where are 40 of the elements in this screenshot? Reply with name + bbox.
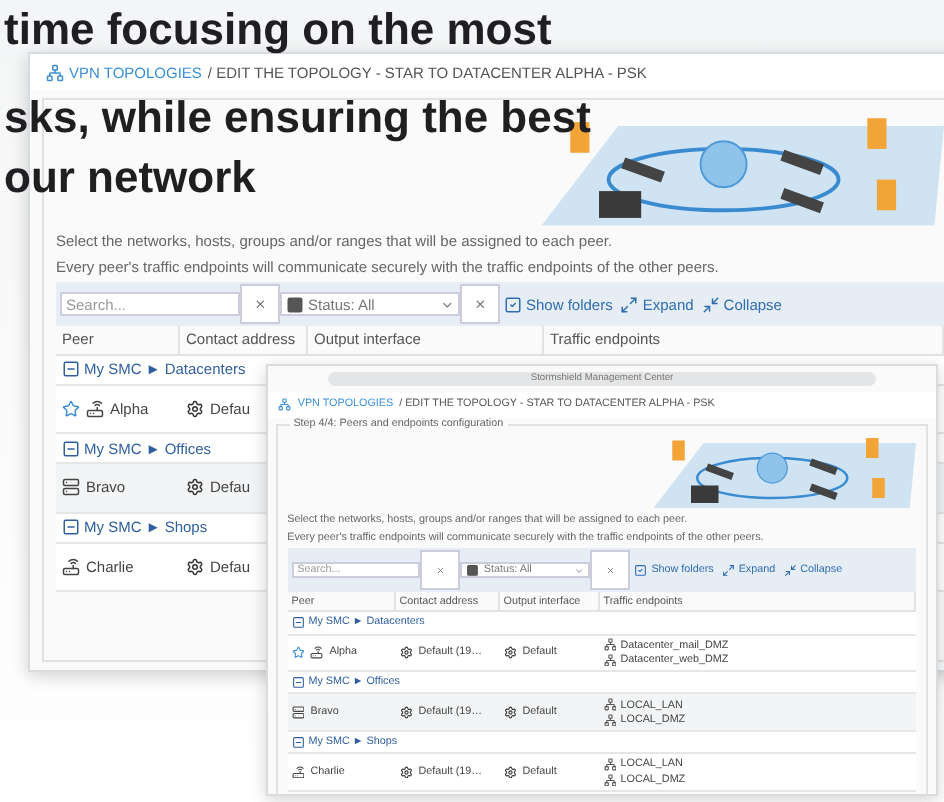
vpn-icon — [45, 63, 63, 81]
gear-icon — [186, 478, 204, 497]
router-icon — [62, 557, 80, 576]
close-icon — [473, 297, 487, 311]
close-icon — [605, 565, 615, 575]
gear-icon — [503, 765, 517, 779]
caret-icon — [439, 297, 454, 312]
gear-icon — [399, 765, 413, 779]
gear-icon — [503, 706, 517, 720]
vpn-icon — [278, 398, 292, 412]
checkbox-icon — [634, 563, 648, 577]
expand-icon — [620, 295, 639, 314]
collapse-icon[interactable] — [62, 360, 80, 379]
headline-text: sks, while ensuring the best — [4, 90, 591, 146]
collapse-icon[interactable] — [62, 439, 80, 458]
headline-text: time focusing on the most — [4, 2, 552, 58]
collapse-icon[interactable] — [291, 616, 305, 630]
collapse-icon — [701, 295, 720, 314]
caret-icon — [574, 565, 585, 576]
gear-icon — [399, 646, 413, 660]
server-stack-icon — [291, 706, 305, 720]
expand-icon — [721, 563, 735, 577]
router-icon — [291, 765, 305, 779]
status-square-icon — [286, 295, 304, 314]
close-icon — [436, 565, 446, 575]
collapse-icon[interactable] — [291, 736, 305, 749]
checkbox-icon — [504, 295, 522, 314]
collapse-icon — [783, 563, 797, 577]
server-stack-icon — [62, 478, 80, 497]
collapse-icon[interactable] — [62, 518, 80, 537]
router-icon — [310, 646, 324, 660]
headline-text: our network — [4, 150, 256, 206]
gear-icon — [186, 399, 204, 418]
gear-icon — [399, 706, 413, 720]
gear-icon — [186, 557, 204, 576]
status-square-icon — [466, 563, 480, 577]
gear-icon — [503, 646, 517, 660]
router-icon — [86, 399, 104, 418]
collapse-icon[interactable] — [291, 676, 305, 690]
close-icon — [253, 297, 267, 311]
